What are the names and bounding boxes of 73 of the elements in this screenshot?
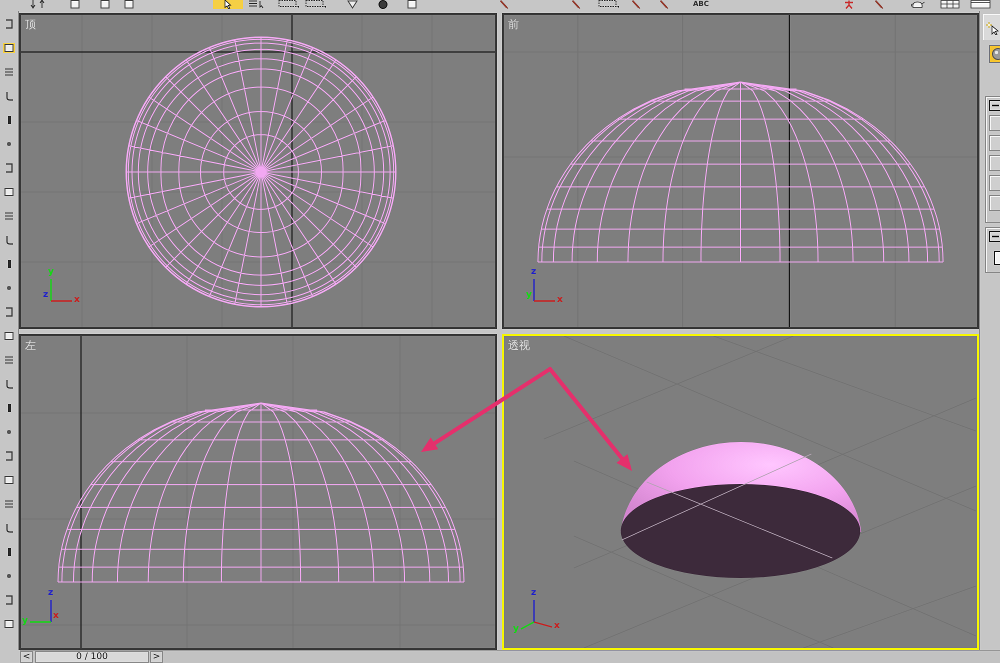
- next-frame-button[interactable]: >: [150, 651, 163, 663]
- cursor-sparkle-icon: [986, 20, 1000, 34]
- minus-icon: [992, 102, 998, 109]
- viewport-label[interactable]: 透视: [508, 339, 530, 352]
- lines-icon[interactable]: [3, 499, 15, 509]
- square-icon[interactable]: [124, 0, 134, 9]
- bracket-icon[interactable]: [3, 307, 15, 317]
- time-slider-track[interactable]: < 0 / 100 >: [20, 650, 1000, 663]
- axis-label: z: [48, 588, 54, 598]
- bracket-icon[interactable]: [3, 595, 15, 605]
- axis-label: z: [531, 267, 536, 277]
- dotted-rectangle-icon[interactable]: [598, 0, 620, 9]
- square-icon[interactable]: [407, 0, 417, 9]
- lines-icon[interactable]: [3, 67, 15, 77]
- axis-label: y: [22, 616, 28, 626]
- axis-tripod-icon: [520, 599, 553, 630]
- panel-button[interactable]: [989, 135, 1000, 151]
- cursor-icon[interactable]: [213, 0, 243, 9]
- viewport[interactable]: 前 z y x: [502, 13, 979, 329]
- pencil-icon[interactable]: [660, 0, 669, 9]
- axis-label: z: [531, 588, 536, 598]
- square-icon[interactable]: [100, 0, 110, 9]
- pencil-icon[interactable]: [632, 0, 641, 9]
- minus-icon: [992, 233, 998, 240]
- bracket-icon[interactable]: [3, 163, 15, 173]
- grid-icon[interactable]: [940, 0, 960, 9]
- square-icon[interactable]: [3, 619, 15, 629]
- axis-label: x: [53, 611, 59, 621]
- viewport-label[interactable]: 左: [25, 339, 36, 352]
- lines-icon[interactable]: [3, 211, 15, 221]
- axis-label: y: [526, 290, 532, 300]
- viewport[interactable]: 顶 y z x: [19, 13, 497, 329]
- axis-label: x: [74, 295, 80, 305]
- axis-label: x: [554, 621, 560, 631]
- square-icon[interactable]: [3, 331, 15, 341]
- square-icon[interactable]: [3, 475, 15, 485]
- panel-button[interactable]: [989, 195, 1000, 211]
- axis-label: y: [513, 624, 519, 634]
- checkbox[interactable]: [994, 251, 1000, 265]
- viewport[interactable]: 透视 z y x: [502, 334, 979, 650]
- object-type-button[interactable]: [989, 45, 1000, 63]
- axis-label: x: [557, 295, 563, 305]
- square-icon[interactable]: [70, 0, 80, 9]
- lines-icon[interactable]: [3, 355, 15, 365]
- axis-tripod-icon: [29, 599, 52, 623]
- panel-button[interactable]: [989, 155, 1000, 171]
- triangle-icon[interactable]: [347, 0, 358, 9]
- time-slider-thumb[interactable]: 0 / 100: [35, 651, 149, 663]
- pencil-icon[interactable]: [874, 0, 884, 9]
- square-icon[interactable]: [3, 43, 15, 53]
- viewport[interactable]: 左 z y x: [19, 334, 497, 650]
- window-icon[interactable]: [970, 0, 991, 9]
- axis-tripod-icon: [50, 278, 73, 302]
- axis-label: z: [43, 290, 48, 300]
- square-icon[interactable]: [3, 187, 15, 197]
- panel-tab[interactable]: [983, 14, 1000, 40]
- bracket-icon[interactable]: [3, 19, 15, 29]
- axis-tripod-icon: [533, 278, 556, 302]
- pencil-icon[interactable]: [572, 0, 581, 9]
- arrows-icon[interactable]: [30, 0, 46, 9]
- collapse-button[interactable]: [989, 100, 1000, 111]
- collapse-button[interactable]: [989, 231, 1000, 242]
- teapot-icon[interactable]: [910, 0, 925, 9]
- viewport-label[interactable]: 顶: [25, 18, 36, 31]
- axis-label: y: [48, 267, 54, 277]
- viewport-label[interactable]: 前: [508, 18, 519, 31]
- dotted-rectangle-icon[interactable]: [278, 0, 300, 9]
- previous-frame-button[interactable]: <: [20, 651, 33, 663]
- dotted-rectangle-icon[interactable]: [305, 0, 327, 9]
- panel-button[interactable]: [989, 175, 1000, 191]
- pencil-icon[interactable]: [500, 0, 509, 9]
- bracket-icon[interactable]: [3, 451, 15, 461]
- sphere-icon[interactable]: [376, 0, 390, 9]
